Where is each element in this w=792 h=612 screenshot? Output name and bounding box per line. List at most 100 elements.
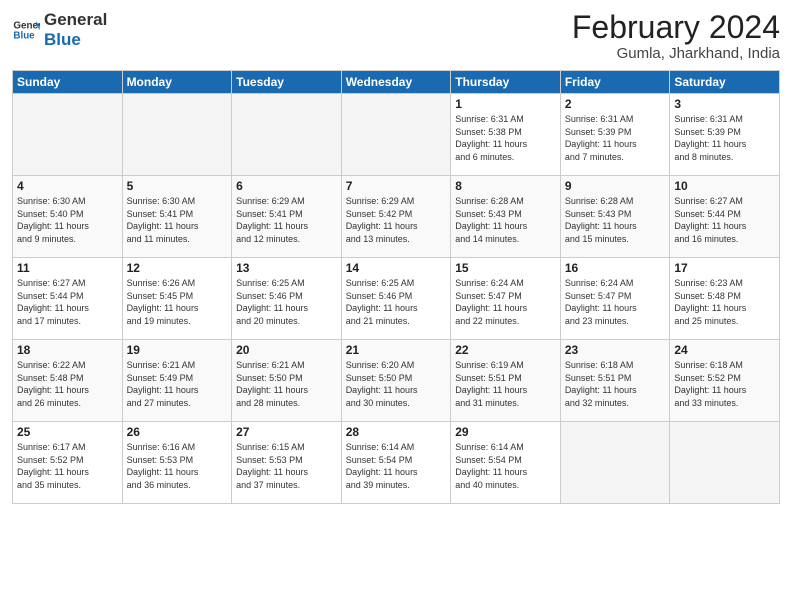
day-info: Sunrise: 6:28 AM Sunset: 5:43 PM Dayligh… [455,195,556,245]
calendar-week-row: 1 Sunrise: 6:31 AM Sunset: 5:38 PM Daylig… [13,94,780,176]
calendar-cell: 14Sunrise: 6:25 AM Sunset: 5:46 PM Dayli… [341,258,451,340]
day-info: Sunrise: 6:14 AM Sunset: 5:54 PM Dayligh… [455,441,556,491]
calendar-cell: 10Sunrise: 6:27 AM Sunset: 5:44 PM Dayli… [670,176,780,258]
calendar-table: SundayMondayTuesdayWednesdayThursdayFrid… [12,70,780,504]
col-header-saturday: Saturday [670,71,780,94]
calendar-cell: 1 Sunrise: 6:31 AM Sunset: 5:38 PM Daylig… [451,94,561,176]
day-number: 28 [346,425,447,439]
col-header-tuesday: Tuesday [232,71,342,94]
day-number: 18 [17,343,118,357]
day-number: 10 [674,179,775,193]
logo-line2: Blue [44,30,107,50]
day-number: 9 [565,179,666,193]
day-info: Sunrise: 6:18 AM Sunset: 5:51 PM Dayligh… [565,359,666,409]
calendar-cell: 8 Sunrise: 6:28 AM Sunset: 5:43 PM Daylig… [451,176,561,258]
day-info: Sunrise: 6:27 AM Sunset: 5:44 PM Dayligh… [17,277,118,327]
calendar-cell: 6 Sunrise: 6:29 AM Sunset: 5:41 PM Daylig… [232,176,342,258]
day-number: 1 [455,97,556,111]
calendar-cell: 4 Sunrise: 6:30 AM Sunset: 5:40 PM Daylig… [13,176,123,258]
col-header-sunday: Sunday [13,71,123,94]
calendar-cell: 26 Sunrise: 6:16 AM Sunset: 5:53 PM Dayli… [122,422,232,504]
day-info: Sunrise: 6:31 AM Sunset: 5:39 PM Dayligh… [565,113,666,163]
calendar-cell: 23 Sunrise: 6:18 AM Sunset: 5:51 PM Dayli… [560,340,670,422]
calendar-cell [13,94,123,176]
col-header-wednesday: Wednesday [341,71,451,94]
day-info: Sunrise: 6:25 AM Sunset: 5:46 PM Dayligh… [346,277,447,327]
day-info: Sunrise: 6:15 AM Sunset: 5:53 PM Dayligh… [236,441,337,491]
day-number: 21 [346,343,447,357]
day-info: Sunrise: 6:28 AM Sunset: 5:43 PM Dayligh… [565,195,666,245]
month-title: February 2024 [572,10,780,45]
calendar-cell: 13 Sunrise: 6:25 AM Sunset: 5:46 PM Dayli… [232,258,342,340]
calendar-week-row: 4 Sunrise: 6:30 AM Sunset: 5:40 PM Daylig… [13,176,780,258]
svg-text:Blue: Blue [13,30,35,41]
day-info: Sunrise: 6:26 AM Sunset: 5:45 PM Dayligh… [127,277,228,327]
calendar-cell [560,422,670,504]
day-number: 6 [236,179,337,193]
day-info: Sunrise: 6:25 AM Sunset: 5:46 PM Dayligh… [236,277,337,327]
calendar-week-row: 25 Sunrise: 6:17 AM Sunset: 5:52 PM Dayli… [13,422,780,504]
calendar-cell: 15Sunrise: 6:24 AM Sunset: 5:47 PM Dayli… [451,258,561,340]
calendar-week-row: 18 Sunrise: 6:22 AM Sunset: 5:48 PM Dayli… [13,340,780,422]
day-info: Sunrise: 6:17 AM Sunset: 5:52 PM Dayligh… [17,441,118,491]
day-info: Sunrise: 6:18 AM Sunset: 5:52 PM Dayligh… [674,359,775,409]
day-info: Sunrise: 6:14 AM Sunset: 5:54 PM Dayligh… [346,441,447,491]
calendar-cell: 11Sunrise: 6:27 AM Sunset: 5:44 PM Dayli… [13,258,123,340]
day-number: 20 [236,343,337,357]
calendar-cell [122,94,232,176]
day-number: 13 [236,261,337,275]
col-header-monday: Monday [122,71,232,94]
day-number: 7 [346,179,447,193]
day-info: Sunrise: 6:31 AM Sunset: 5:39 PM Dayligh… [674,113,775,163]
day-info: Sunrise: 6:16 AM Sunset: 5:53 PM Dayligh… [127,441,228,491]
calendar-cell: 7 Sunrise: 6:29 AM Sunset: 5:42 PM Daylig… [341,176,451,258]
day-info: Sunrise: 6:31 AM Sunset: 5:38 PM Dayligh… [455,113,556,163]
day-number: 3 [674,97,775,111]
calendar-cell [232,94,342,176]
day-number: 17 [674,261,775,275]
logo-line1: General [44,10,107,30]
logo-icon: General Blue [12,16,40,44]
calendar-cell: 21 Sunrise: 6:20 AM Sunset: 5:50 PM Dayli… [341,340,451,422]
day-number: 26 [127,425,228,439]
calendar-cell: 24 Sunrise: 6:18 AM Sunset: 5:52 PM Dayli… [670,340,780,422]
day-number: 8 [455,179,556,193]
calendar-cell: 28 Sunrise: 6:14 AM Sunset: 5:54 PM Dayli… [341,422,451,504]
calendar-cell: 9 Sunrise: 6:28 AM Sunset: 5:43 PM Daylig… [560,176,670,258]
calendar-cell: 17 Sunrise: 6:23 AM Sunset: 5:48 PM Dayli… [670,258,780,340]
day-number: 2 [565,97,666,111]
calendar-cell: 12 Sunrise: 6:26 AM Sunset: 5:45 PM Dayli… [122,258,232,340]
day-info: Sunrise: 6:30 AM Sunset: 5:40 PM Dayligh… [17,195,118,245]
day-info: Sunrise: 6:19 AM Sunset: 5:51 PM Dayligh… [455,359,556,409]
day-info: Sunrise: 6:22 AM Sunset: 5:48 PM Dayligh… [17,359,118,409]
calendar-cell: 2 Sunrise: 6:31 AM Sunset: 5:39 PM Daylig… [560,94,670,176]
day-info: Sunrise: 6:21 AM Sunset: 5:50 PM Dayligh… [236,359,337,409]
day-number: 29 [455,425,556,439]
day-info: Sunrise: 6:24 AM Sunset: 5:47 PM Dayligh… [455,277,556,327]
day-number: 27 [236,425,337,439]
day-info: Sunrise: 6:24 AM Sunset: 5:47 PM Dayligh… [565,277,666,327]
calendar-cell: 27 Sunrise: 6:15 AM Sunset: 5:53 PM Dayli… [232,422,342,504]
day-number: 25 [17,425,118,439]
calendar-header-row: SundayMondayTuesdayWednesdayThursdayFrid… [13,71,780,94]
day-number: 4 [17,179,118,193]
day-number: 23 [565,343,666,357]
day-info: Sunrise: 6:23 AM Sunset: 5:48 PM Dayligh… [674,277,775,327]
location-title: Gumla, Jharkhand, India [572,45,780,62]
calendar-cell [341,94,451,176]
page: General Blue General Blue February 2024 … [0,0,792,612]
day-info: Sunrise: 6:29 AM Sunset: 5:42 PM Dayligh… [346,195,447,245]
day-info: Sunrise: 6:29 AM Sunset: 5:41 PM Dayligh… [236,195,337,245]
header: General Blue General Blue February 2024 … [12,10,780,62]
col-header-thursday: Thursday [451,71,561,94]
day-info: Sunrise: 6:20 AM Sunset: 5:50 PM Dayligh… [346,359,447,409]
day-info: Sunrise: 6:30 AM Sunset: 5:41 PM Dayligh… [127,195,228,245]
day-info: Sunrise: 6:21 AM Sunset: 5:49 PM Dayligh… [127,359,228,409]
day-number: 16 [565,261,666,275]
day-number: 22 [455,343,556,357]
day-number: 24 [674,343,775,357]
day-number: 19 [127,343,228,357]
calendar-cell: 16 Sunrise: 6:24 AM Sunset: 5:47 PM Dayli… [560,258,670,340]
day-number: 12 [127,261,228,275]
day-number: 5 [127,179,228,193]
